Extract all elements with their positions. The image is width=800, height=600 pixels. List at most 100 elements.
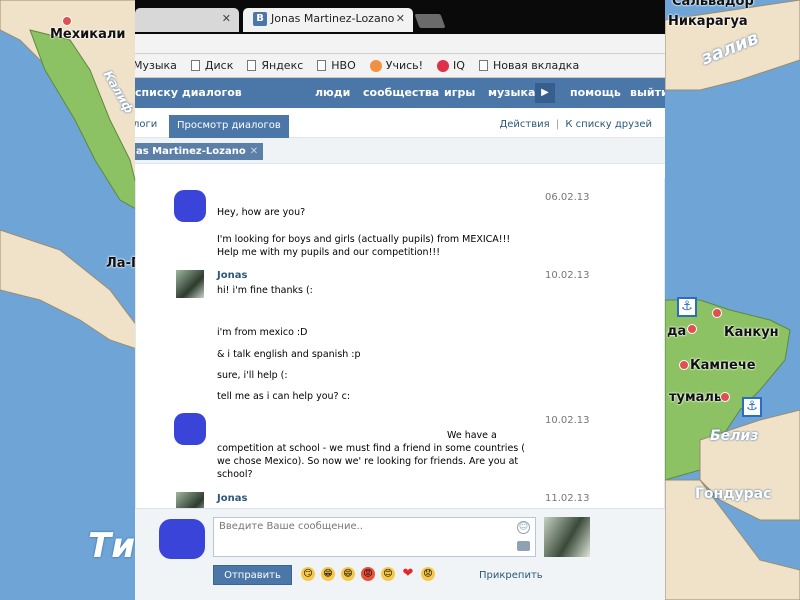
message-author[interactable]: Jonas xyxy=(217,493,247,504)
message-input[interactable]: Введите Ваше сообщение.. ☺ xyxy=(213,517,536,557)
browser-tab[interactable]: ✕ xyxy=(135,8,239,32)
address-bar[interactable] xyxy=(135,34,665,54)
nav-music[interactable]: музыка xyxy=(488,78,535,108)
city-marker xyxy=(687,324,697,334)
bookmarks-bar: Музыка Диск Яндекс НВО Учись! IQ Новая в… xyxy=(135,54,665,78)
nav-communities[interactable]: сообщества xyxy=(363,78,439,108)
message-text: Hey, how are you? xyxy=(217,207,306,218)
bookmark-label: IQ xyxy=(453,59,465,72)
emoji-angry-icon[interactable]: 😡 xyxy=(361,567,375,581)
message-date: 11.02.13 xyxy=(545,493,590,504)
vk-header: списку диалогов люди сообщества игры муз… xyxy=(135,78,665,108)
recipient-name: as Martinez-Lozano xyxy=(136,146,246,157)
message-text: tell me as i can help you? c: xyxy=(217,391,351,402)
message-text: I'm looking for boys and girls (actually… xyxy=(217,234,511,258)
message-text: & i talk english and spanish :p xyxy=(217,349,361,360)
avatar xyxy=(159,519,205,559)
bookmark-item[interactable]: Новая вкладка xyxy=(478,59,580,72)
message-text: sure, i'll help (: xyxy=(217,370,288,381)
city-marker xyxy=(712,308,722,318)
anchor-icon: ⚓ xyxy=(677,297,697,317)
dialog-subtabs: логи Просмотр диалогов Действия | К спис… xyxy=(135,108,665,138)
bookmark-item[interactable]: Диск xyxy=(190,59,234,72)
nav-help[interactable]: помощь xyxy=(570,78,621,108)
new-tab-button[interactable] xyxy=(414,14,446,28)
tab-dialogs[interactable]: логи xyxy=(135,119,157,130)
tab-title: Jonas Martinez-Lozano xyxy=(271,12,395,25)
bookmark-item[interactable]: Яндекс xyxy=(247,59,303,72)
avatar xyxy=(174,413,206,445)
attach-link[interactable]: Прикрепить xyxy=(479,570,543,581)
play-icon[interactable]: ▶ xyxy=(535,83,555,103)
avatar xyxy=(176,270,204,298)
recipient-chip[interactable]: as Martinez-Lozano ✕ xyxy=(135,143,264,160)
emoji-smile-icon[interactable]: 😊 xyxy=(381,567,395,581)
city-marker xyxy=(679,360,689,370)
bookmark-item[interactable]: IQ xyxy=(437,59,465,72)
message-date: 10.02.13 xyxy=(545,415,590,426)
close-icon[interactable]: ✕ xyxy=(250,146,258,157)
emoji-worried-icon[interactable]: 😟 xyxy=(421,567,435,581)
map-label: Мехикали xyxy=(50,27,126,42)
anchor-icon: ⚓ xyxy=(742,397,762,417)
close-icon[interactable]: ✕ xyxy=(222,8,231,30)
separator: | xyxy=(555,119,560,130)
emoji-grin-icon[interactable]: 😁 xyxy=(321,567,335,581)
tab-bar: ✕ B Jonas Martinez-Lozano ✕ xyxy=(135,0,665,34)
nav-games[interactable]: игры xyxy=(444,78,475,108)
owl-icon xyxy=(369,59,382,72)
bookmark-item[interactable]: Учись! xyxy=(369,59,424,72)
vk-icon: B xyxy=(253,12,267,26)
avatar xyxy=(174,190,206,222)
back-to-dialogs-link[interactable]: списку диалогов xyxy=(135,78,242,108)
close-icon[interactable]: ✕ xyxy=(396,8,405,30)
message-date: 06.02.13 xyxy=(545,192,590,203)
city-marker xyxy=(720,392,730,402)
actions-link[interactable]: Действия xyxy=(499,119,549,130)
map-label: Гондурас xyxy=(695,486,772,502)
tab-view-dialogs[interactable]: Просмотр диалогов xyxy=(169,115,289,138)
browser-window: ✕ B Jonas Martinez-Lozano ✕ Музыка Диск Я… xyxy=(135,0,665,600)
map-label: Белиз xyxy=(710,428,759,444)
message-history[interactable]: 06.02.13 Hey, how are you? I'm looking f… xyxy=(135,178,665,508)
message-placeholder: Введите Ваше сообщение.. xyxy=(219,521,363,532)
map-label: Ти xyxy=(88,526,136,566)
bookmark-label: НВО xyxy=(331,59,356,72)
nav-people[interactable]: люди xyxy=(315,78,350,108)
avatar xyxy=(176,492,204,508)
send-button[interactable]: Отправить xyxy=(213,565,292,585)
message-text: i'm from mexico :D xyxy=(217,327,308,338)
map-label: тумаль xyxy=(669,390,723,405)
page-icon xyxy=(247,60,257,71)
emoji-laugh-icon[interactable]: 😄 xyxy=(341,567,355,581)
recipient-avatar[interactable] xyxy=(544,517,590,557)
emoji-smirk-icon[interactable]: 😏 xyxy=(301,567,315,581)
bookmark-label: Новая вкладка xyxy=(492,59,580,72)
city-marker xyxy=(62,16,72,26)
message-author[interactable]: Jonas xyxy=(217,270,247,281)
message-text: We have a competition at school - we mus… xyxy=(217,430,525,480)
bookmark-label: Яндекс xyxy=(261,59,304,72)
bookmark-label: Учись! xyxy=(385,59,424,72)
page-icon xyxy=(478,60,488,71)
page-icon xyxy=(190,60,200,71)
heart-icon[interactable]: ❤ xyxy=(401,567,415,581)
nav-logout[interactable]: выйти xyxy=(630,78,665,108)
bookmark-label: Диск xyxy=(204,59,234,72)
bookmark-item[interactable]: НВО xyxy=(317,59,356,72)
map-label: да xyxy=(667,324,687,339)
map-label: Сальвадор xyxy=(672,0,754,9)
camera-icon[interactable] xyxy=(517,541,530,551)
iq-icon xyxy=(437,59,450,72)
browser-tab-active[interactable]: B Jonas Martinez-Lozano ✕ xyxy=(243,8,413,32)
message-text: hi! i'm fine thanks (: xyxy=(217,285,313,296)
smiley-icon[interactable]: ☺ xyxy=(517,521,530,534)
map-label: Канкун xyxy=(724,325,779,340)
map-label: Кампече xyxy=(690,358,756,373)
bookmark-item[interactable]: Музыка xyxy=(135,59,177,72)
page-icon xyxy=(317,60,327,71)
friends-list-link[interactable]: К списку друзей xyxy=(565,119,652,130)
bookmark-label: Музыка xyxy=(135,59,177,72)
compose-area: Введите Ваше сообщение.. ☺ Отправить 😏 😁… xyxy=(135,508,665,600)
message-date: 10.02.13 xyxy=(545,270,590,281)
